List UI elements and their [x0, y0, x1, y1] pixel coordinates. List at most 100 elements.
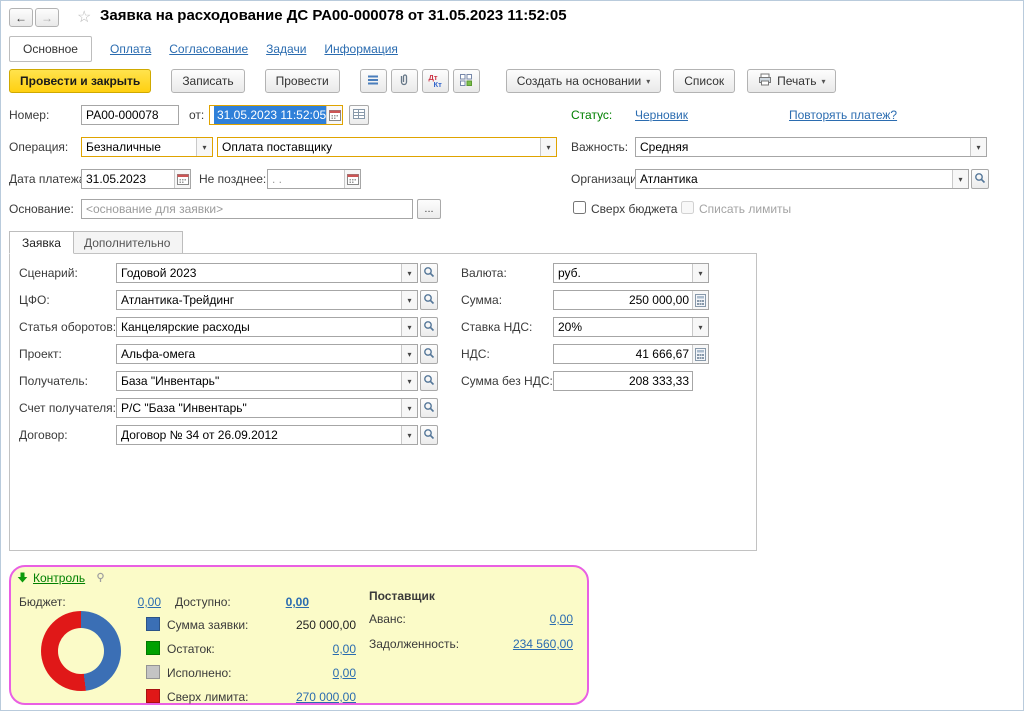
chevron-down-icon[interactable]: ▾ [401, 426, 417, 444]
tab-approval[interactable]: Согласование [169, 42, 248, 56]
tab-tasks[interactable]: Задачи [266, 42, 306, 56]
contract-input[interactable] [121, 428, 401, 442]
tab-payment[interactable]: Оплата [110, 42, 151, 56]
attachments-button[interactable] [391, 69, 418, 93]
control-expander-icon[interactable] [17, 572, 28, 586]
vat-input[interactable] [558, 347, 692, 361]
pin-icon[interactable] [95, 572, 106, 586]
legend-over-limit-value-link[interactable]: 270 000,00 [251, 690, 356, 704]
chevron-down-icon[interactable]: ▾ [401, 372, 417, 390]
importance-input[interactable] [640, 140, 970, 154]
number-input[interactable] [86, 108, 178, 122]
debit-credit-button[interactable]: ДтКт [422, 69, 449, 93]
favorite-star-icon[interactable]: ☆ [77, 7, 91, 27]
document-datetime-field[interactable]: 31.05.2023 11:52:05 [209, 105, 343, 125]
repeat-payment-link[interactable]: Повторять платеж? [789, 108, 897, 122]
list-button[interactable]: Список [673, 69, 735, 93]
legend-remainder-value-link[interactable]: 0,00 [251, 642, 356, 656]
organization-field[interactable]: ▾ [635, 169, 969, 189]
scenario-open-button[interactable] [420, 263, 438, 283]
scenario-input[interactable] [121, 266, 401, 280]
legend-executed-value-link[interactable]: 0,00 [251, 666, 356, 680]
back-button[interactable]: ← [9, 8, 33, 27]
open-schedule-button[interactable] [349, 105, 369, 125]
sum-field[interactable] [553, 290, 709, 310]
chevron-down-icon[interactable]: ▾ [692, 264, 708, 282]
related-documents-button[interactable] [453, 69, 480, 93]
chevron-down-icon[interactable]: ▾ [401, 264, 417, 282]
scenario-field[interactable]: ▾ [116, 263, 418, 283]
chevron-down-icon[interactable]: ▾ [540, 138, 556, 156]
chevron-down-icon[interactable]: ▾ [401, 399, 417, 417]
operation-input[interactable] [86, 140, 196, 154]
organization-input[interactable] [640, 172, 952, 186]
tab-request[interactable]: Заявка [9, 231, 74, 254]
report-structure-button[interactable] [360, 69, 387, 93]
basis-field[interactable] [81, 199, 413, 219]
turnover-item-field[interactable]: ▾ [116, 317, 418, 337]
vat-rate-input[interactable] [558, 320, 692, 334]
project-open-button[interactable] [420, 344, 438, 364]
vat-field[interactable] [553, 344, 709, 364]
debt-value-link[interactable]: 234 560,00 [467, 637, 573, 651]
organization-open-button[interactable] [971, 169, 989, 189]
cfo-field[interactable]: ▾ [116, 290, 418, 310]
recipient-field[interactable]: ▾ [116, 371, 418, 391]
recipient-account-field[interactable]: ▾ [116, 398, 418, 418]
number-field[interactable] [81, 105, 179, 125]
tab-info[interactable]: Информация [324, 42, 397, 56]
contract-field[interactable]: ▾ [116, 425, 418, 445]
available-value-link[interactable]: 0,00 [263, 595, 309, 609]
calculator-icon[interactable] [692, 345, 708, 363]
calendar-icon[interactable] [344, 170, 360, 188]
post-button[interactable]: Провести [265, 69, 340, 93]
calendar-icon[interactable] [174, 170, 190, 188]
chevron-down-icon[interactable]: ▾ [401, 318, 417, 336]
basis-more-button[interactable]: ... [417, 199, 441, 219]
chevron-down-icon[interactable]: ▾ [952, 170, 968, 188]
status-value-link[interactable]: Черновик [635, 108, 688, 122]
cfo-open-button[interactable] [420, 290, 438, 310]
turnover-item-input[interactable] [121, 320, 401, 334]
recipient-input[interactable] [121, 374, 401, 388]
calculator-icon[interactable] [692, 291, 708, 309]
turnover-item-open-button[interactable] [420, 317, 438, 337]
basis-input[interactable] [86, 202, 412, 216]
recipient-account-input[interactable] [121, 401, 401, 415]
tab-additional[interactable]: Дополнительно [71, 231, 183, 254]
operation-type-input[interactable] [222, 140, 540, 154]
advance-value-link[interactable]: 0,00 [481, 612, 573, 626]
sum-wo-vat-field[interactable] [553, 371, 693, 391]
chevron-down-icon[interactable]: ▾ [692, 318, 708, 336]
importance-field[interactable]: ▾ [635, 137, 987, 157]
currency-field[interactable]: ▾ [553, 263, 709, 283]
project-field[interactable]: ▾ [116, 344, 418, 364]
operation-field[interactable]: ▾ [81, 137, 213, 157]
cfo-input[interactable] [121, 293, 401, 307]
over-budget-checkbox[interactable] [573, 201, 586, 214]
save-button[interactable]: Записать [171, 69, 244, 93]
pay-date-input[interactable] [86, 172, 174, 186]
tab-main[interactable]: Основное [9, 36, 92, 62]
forward-button[interactable]: → [35, 8, 59, 27]
operation-type-field[interactable]: ▾ [217, 137, 557, 157]
not-later-input[interactable] [272, 172, 344, 186]
not-later-field[interactable] [267, 169, 361, 189]
pay-date-field[interactable] [81, 169, 191, 189]
vat-rate-field[interactable]: ▾ [553, 317, 709, 337]
control-link[interactable]: Контроль [33, 571, 85, 585]
contract-open-button[interactable] [420, 425, 438, 445]
print-button[interactable]: Печать ▾ [747, 69, 836, 93]
budget-value-link[interactable]: 0,00 [113, 595, 161, 609]
currency-input[interactable] [558, 266, 692, 280]
sum-input[interactable] [558, 293, 692, 307]
chevron-down-icon[interactable]: ▾ [401, 291, 417, 309]
recipient-open-button[interactable] [420, 371, 438, 391]
chevron-down-icon[interactable]: ▾ [401, 345, 417, 363]
project-input[interactable] [121, 347, 401, 361]
calendar-icon[interactable] [326, 106, 342, 124]
sum-wo-vat-input[interactable] [558, 374, 692, 388]
post-and-close-button[interactable]: Провести и закрыть [9, 69, 151, 93]
chevron-down-icon[interactable]: ▾ [970, 138, 986, 156]
create-based-on-button[interactable]: Создать на основании ▾ [506, 69, 662, 93]
